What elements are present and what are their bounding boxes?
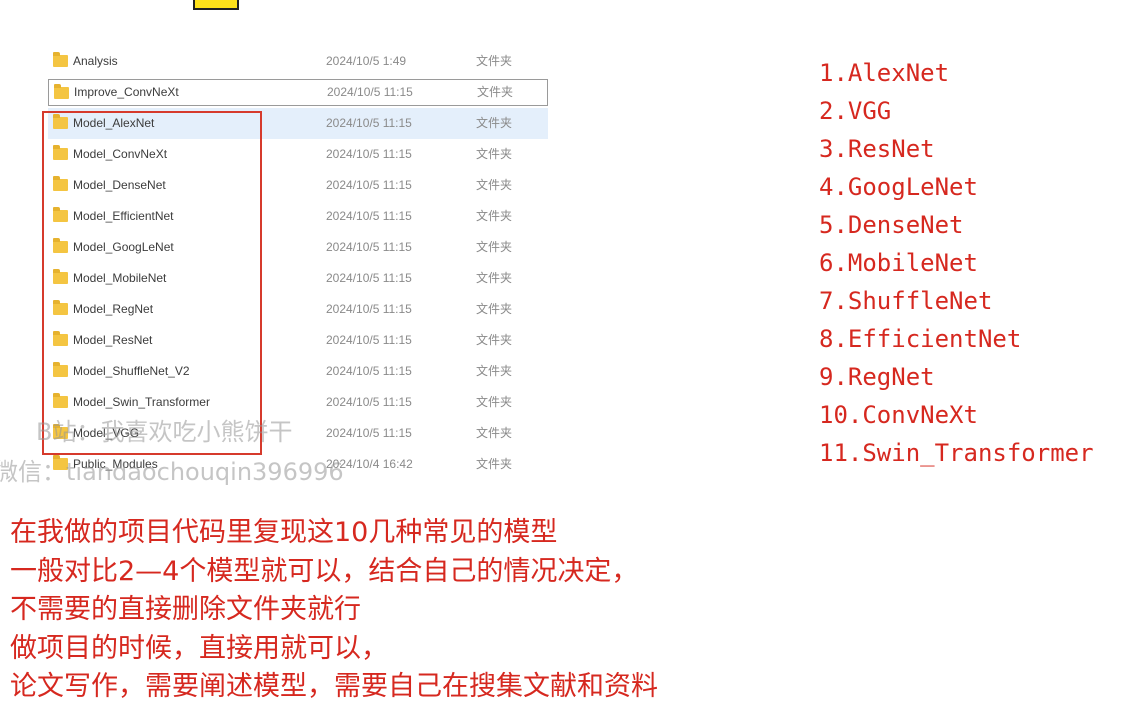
file-type: 文件夹 (476, 426, 513, 440)
file-date: 2024/10/5 11:15 (326, 147, 412, 161)
file-name: Model_ShuffleNet_V2 (73, 364, 190, 378)
file-date: 2024/10/5 11:15 (326, 271, 412, 285)
file-row-model-densenet[interactable]: Model_DenseNet 2024/10/5 11:15 文件夹 (48, 170, 548, 201)
annotation-notes: 在我做的项目代码里复现这10几种常见的模型 一般对比2—4个模型就可以，结合自己… (10, 514, 658, 707)
folder-icon (53, 114, 68, 129)
model-list-item: 3.ResNet (819, 135, 935, 163)
folder-icon (53, 176, 68, 191)
file-type: 文件夹 (476, 116, 513, 130)
file-type: 文件夹 (476, 364, 513, 378)
file-name: Model_ResNet (73, 333, 153, 347)
model-list-item: 9.RegNet (819, 363, 935, 391)
file-type: 文件夹 (476, 54, 513, 68)
folder-icon (53, 393, 68, 408)
note-line: 在我做的项目代码里复现这10几种常见的模型 (10, 517, 558, 548)
file-type: 文件夹 (477, 85, 514, 99)
file-type: 文件夹 (476, 209, 513, 223)
folder-icon (53, 145, 68, 160)
file-name: Model_DenseNet (73, 178, 166, 192)
folder-icon (54, 84, 69, 99)
file-type: 文件夹 (476, 271, 513, 285)
file-name: Model_VGG (73, 426, 140, 440)
file-name: Model_RegNet (73, 302, 154, 316)
file-date: 2024/10/5 11:15 (326, 209, 412, 223)
file-date: 2024/10/5 11:15 (326, 178, 412, 192)
file-date: 2024/10/5 11:15 (326, 333, 412, 347)
model-list-item: 2.VGG (819, 97, 892, 125)
file-name: Model_AlexNet (73, 116, 155, 130)
file-row-model-convnext[interactable]: Model_ConvNeXt 2024/10/5 11:15 文件夹 (48, 139, 548, 170)
folder-icon (53, 424, 68, 439)
file-row-model-efficientnet[interactable]: Model_EfficientNet 2024/10/5 11:15 文件夹 (48, 201, 548, 232)
file-row-model-vgg[interactable]: Model_VGG 2024/10/5 11:15 文件夹 (48, 418, 548, 449)
folder-icon (53, 207, 68, 222)
file-date: 2024/10/5 11:15 (326, 364, 412, 378)
file-type: 文件夹 (476, 147, 513, 161)
file-date: 2024/10/5 11:15 (326, 240, 412, 254)
model-list-item: 8.EfficientNet (819, 325, 1022, 353)
model-list-item: 11.Swin_Transformer (819, 439, 1094, 467)
file-name: Model_Swin_Transformer (73, 395, 210, 409)
folder-icon (53, 300, 68, 315)
model-list-item: 10.ConvNeXt (819, 401, 978, 429)
file-name: Analysis (73, 54, 118, 68)
file-type: 文件夹 (476, 240, 513, 254)
folder-icon (53, 331, 68, 346)
file-name: Model_EfficientNet (73, 209, 174, 223)
file-type: 文件夹 (476, 395, 513, 409)
file-name: Model_MobileNet (73, 271, 167, 285)
folder-icon (53, 455, 68, 470)
file-type: 文件夹 (476, 302, 513, 316)
folder-icon (53, 362, 68, 377)
file-date: 2024/10/5 11:15 (326, 302, 412, 316)
model-list: 1.AlexNet 2.VGG 3.ResNet 4.GoogLeNet 5.D… (819, 54, 1094, 472)
folder-icon (53, 52, 68, 67)
file-type: 文件夹 (476, 457, 513, 471)
file-row-model-mobilenet[interactable]: Model_MobileNet 2024/10/5 11:15 文件夹 (48, 263, 548, 294)
model-list-item: 4.GoogLeNet (819, 173, 978, 201)
note-line: 做项目的时候，直接用就可以， (10, 632, 388, 664)
file-name: Public_Modules (73, 457, 158, 471)
file-type: 文件夹 (476, 178, 513, 192)
file-name: Improve_ConvNeXt (74, 85, 179, 99)
file-name: Model_GoogLeNet (73, 240, 174, 254)
file-list: Analysis 2024/10/5 1:49 文件夹 Improve_Conv… (48, 46, 548, 480)
note-line: 一般对比2—4个模型就可以，结合自己的情况决定， (10, 555, 639, 587)
file-row-model-resnet[interactable]: Model_ResNet 2024/10/5 11:15 文件夹 (48, 325, 548, 356)
file-row-analysis[interactable]: Analysis 2024/10/5 1:49 文件夹 (48, 46, 548, 77)
file-type: 文件夹 (476, 333, 513, 347)
model-list-item: 7.ShuffleNet (819, 287, 993, 315)
file-date: 2024/10/5 11:15 (326, 426, 412, 440)
note-line: 不需要的直接删除文件夹就行 (10, 594, 361, 625)
model-list-item: 6.MobileNet (819, 249, 978, 277)
file-row-model-swin-transformer[interactable]: Model_Swin_Transformer 2024/10/5 11:15 文… (48, 387, 548, 418)
file-row-model-alexnet[interactable]: Model_AlexNet 2024/10/5 11:15 文件夹 (48, 108, 548, 139)
model-list-item: 5.DenseNet (819, 211, 964, 239)
file-row-public-modules[interactable]: Public_Modules 2024/10/4 16:42 文件夹 (48, 449, 548, 480)
file-row-model-regnet[interactable]: Model_RegNet 2024/10/5 11:15 文件夹 (48, 294, 548, 325)
folder-icon (53, 269, 68, 284)
highlight-marker (193, 0, 239, 10)
file-date: 2024/10/5 11:15 (326, 395, 412, 409)
model-list-item: 1.AlexNet (819, 59, 950, 87)
file-name: Model_ConvNeXt (73, 147, 168, 161)
file-date: 2024/10/5 11:15 (327, 85, 413, 99)
file-date: 2024/10/5 1:49 (326, 54, 407, 68)
note-line: 论文写作，需要阐述模型，需要自己在搜集文献和资料 (10, 671, 658, 702)
folder-icon (53, 238, 68, 253)
file-date: 2024/10/4 16:42 (326, 457, 413, 471)
file-row-model-googlenet[interactable]: Model_GoogLeNet 2024/10/5 11:15 文件夹 (48, 232, 548, 263)
file-row-improve-convnext[interactable]: Improve_ConvNeXt 2024/10/5 11:15 文件夹 (48, 79, 548, 106)
file-row-model-shufflenet-v2[interactable]: Model_ShuffleNet_V2 2024/10/5 11:15 文件夹 (48, 356, 548, 387)
file-date: 2024/10/5 11:15 (326, 116, 412, 130)
